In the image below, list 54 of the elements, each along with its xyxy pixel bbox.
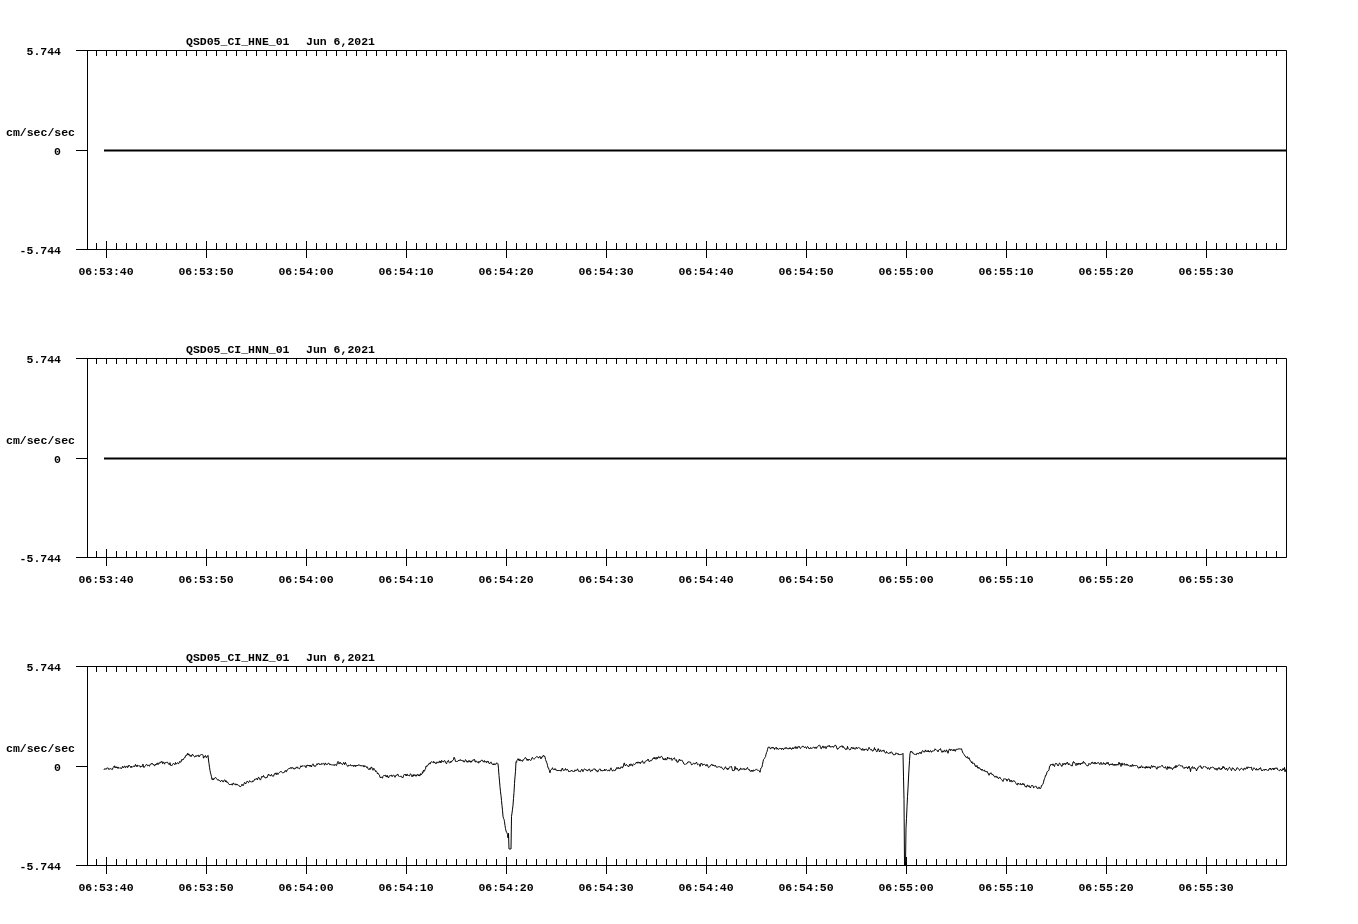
time-label: 06:54:20 — [478, 265, 534, 278]
time-label: 06:54:10 — [378, 265, 434, 278]
trace-date: Jun 6,2021 — [306, 35, 375, 48]
time-label: 06:54:40 — [678, 265, 734, 278]
time-label: 06:54:30 — [578, 881, 634, 894]
time-label: 06:55:30 — [1178, 265, 1234, 278]
time-label: 06:53:50 — [178, 265, 234, 278]
time-label: 06:54:50 — [778, 265, 834, 278]
time-label: 06:54:20 — [478, 573, 534, 586]
time-label: 06:54:00 — [278, 881, 334, 894]
y-axis-label: 0 — [54, 145, 61, 158]
time-label: 06:55:30 — [1178, 881, 1234, 894]
axis-unit-label: cm/sec/sec — [6, 434, 75, 447]
time-label: 06:54:20 — [478, 881, 534, 894]
time-label: 06:54:30 — [578, 265, 634, 278]
time-label: 06:55:20 — [1078, 573, 1134, 586]
y-axis-label: -5.744 — [19, 552, 61, 565]
trace-title: QSD05_CI_HNZ_01 — [186, 651, 290, 664]
trace-date: Jun 6,2021 — [306, 651, 375, 664]
time-label: 06:54:40 — [678, 573, 734, 586]
time-label: 06:55:10 — [978, 265, 1034, 278]
y-axis-label: -5.744 — [19, 860, 61, 873]
trace-title: QSD05_CI_HNE_01 — [186, 35, 290, 48]
time-label: 06:55:30 — [1178, 573, 1234, 586]
axis-unit-label: cm/sec/sec — [6, 126, 75, 139]
time-label: 06:55:00 — [878, 573, 934, 586]
time-label: 06:54:30 — [578, 573, 634, 586]
time-label: 06:55:00 — [878, 265, 934, 278]
y-axis-label: 0 — [54, 761, 61, 774]
y-axis-label: 0 — [54, 453, 61, 466]
axis-unit-label: cm/sec/sec — [6, 742, 75, 755]
time-label: 06:53:40 — [78, 265, 134, 278]
time-label: 06:54:50 — [778, 573, 834, 586]
y-axis-label: -5.744 — [19, 244, 61, 257]
y-axis-label: 5.744 — [26, 661, 61, 674]
time-label: 06:54:10 — [378, 573, 434, 586]
time-label: 06:53:40 — [78, 573, 134, 586]
time-label: 06:54:50 — [778, 881, 834, 894]
time-label: 06:55:10 — [978, 881, 1034, 894]
time-label: 06:55:10 — [978, 573, 1034, 586]
y-axis-label: 5.744 — [26, 45, 61, 58]
trace-title: QSD05_CI_HNN_01 — [186, 343, 290, 356]
time-label: 06:53:50 — [178, 573, 234, 586]
time-label: 06:54:00 — [278, 573, 334, 586]
time-label: 06:55:20 — [1078, 881, 1134, 894]
time-label: 06:55:00 — [878, 881, 934, 894]
trace-date: Jun 6,2021 — [306, 343, 375, 356]
time-label: 06:54:40 — [678, 881, 734, 894]
time-label: 06:53:50 — [178, 881, 234, 894]
time-label: 06:53:40 — [78, 881, 134, 894]
y-axis-label: 5.744 — [26, 353, 61, 366]
time-label: 06:54:00 — [278, 265, 334, 278]
time-label: 06:54:10 — [378, 881, 434, 894]
time-label: 06:55:20 — [1078, 265, 1134, 278]
